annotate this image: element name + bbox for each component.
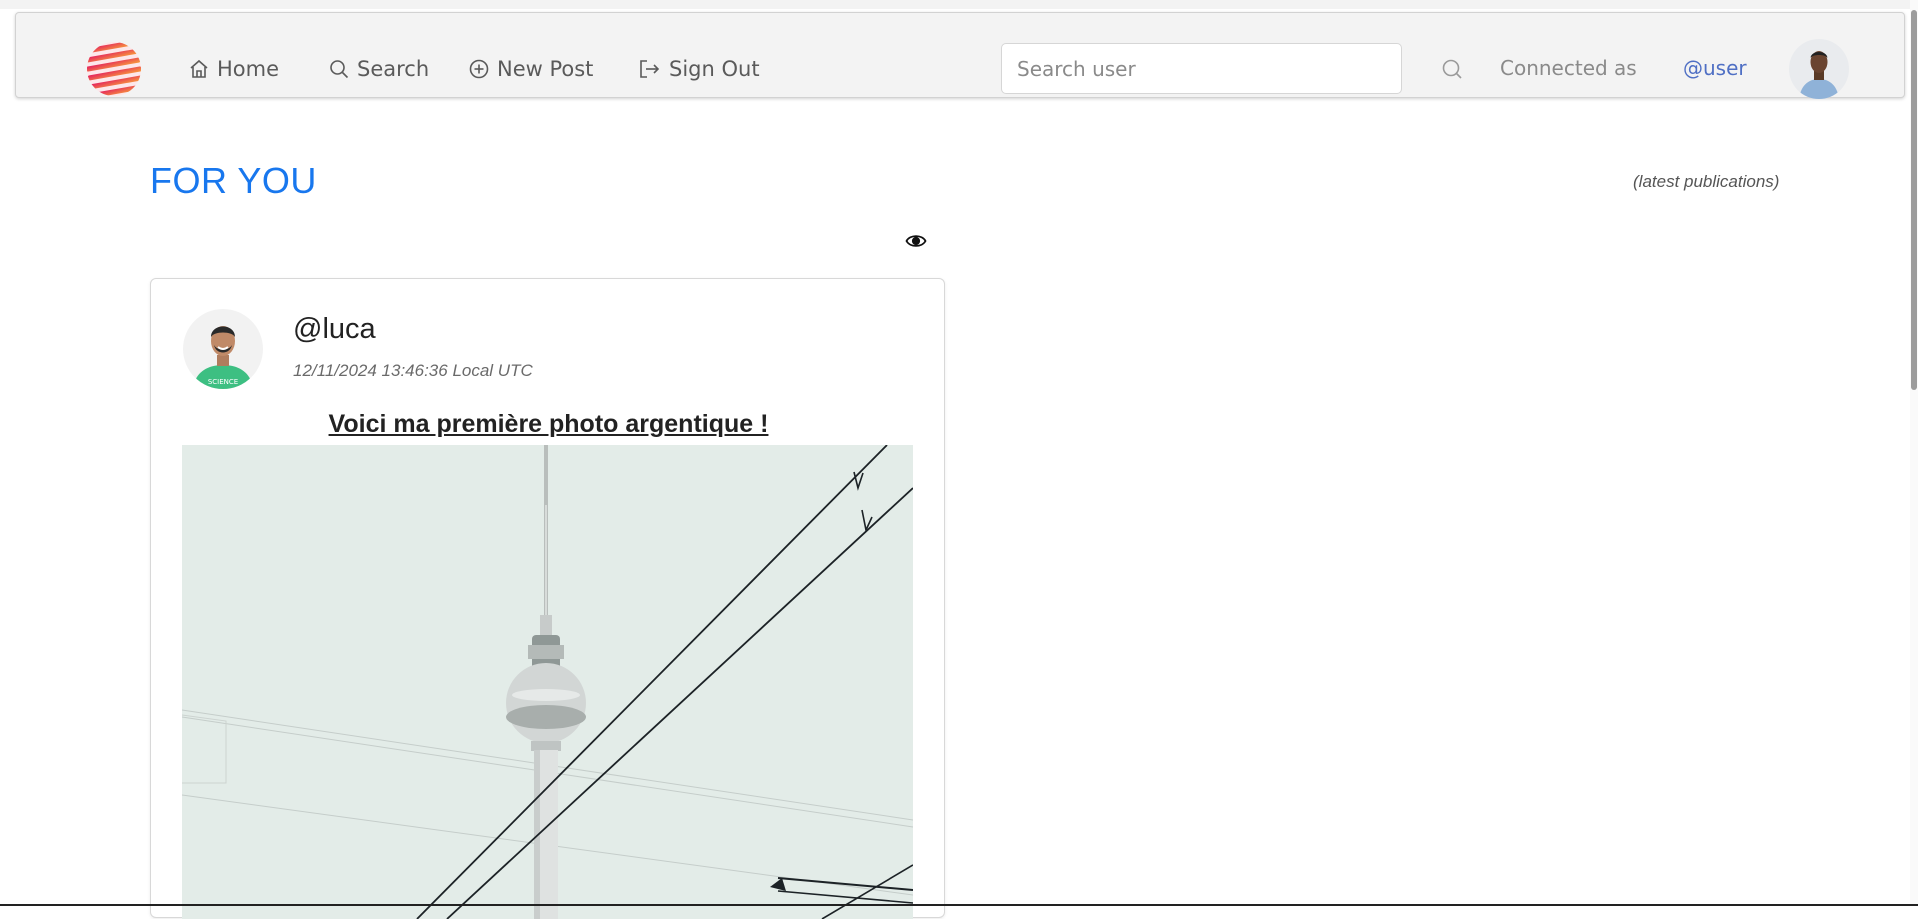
nav-home-label: Home — [217, 57, 280, 81]
search-icon — [330, 60, 349, 79]
nav-search-label: Search — [357, 57, 430, 81]
navbar: Home Search New Post Sign Out Connected … — [15, 12, 1905, 99]
nav-search[interactable]: Search — [329, 53, 429, 85]
nav-sign-out[interactable]: Sign Out — [639, 53, 760, 85]
search-user-input[interactable] — [1001, 43, 1402, 94]
app-logo[interactable] — [86, 41, 142, 97]
current-user-link[interactable]: @user — [1683, 56, 1747, 80]
feed-subtitle: (latest publications) — [1633, 172, 1780, 191]
search-submit-icon[interactable] — [1437, 57, 1467, 81]
nav-home[interactable]: Home — [189, 53, 279, 85]
plus-circle-icon — [469, 59, 489, 79]
top-edge — [0, 0, 1918, 9]
post-card: SCIENCE @luca 12/11/2024 13:46:36 Local … — [150, 278, 945, 919]
scrollbar-thumb[interactable] — [1911, 10, 1917, 390]
post-author[interactable]: @luca — [293, 313, 376, 346]
post-date: 12/11/2024 13:46:36 Local UTC — [293, 361, 533, 380]
nav-sign-out-label: Sign Out — [669, 57, 760, 81]
eye-icon[interactable] — [905, 230, 927, 252]
post-image[interactable] — [182, 445, 913, 919]
user-avatar[interactable] — [1789, 39, 1849, 99]
nav-new-post[interactable]: New Post — [469, 53, 593, 85]
svg-text:SCIENCE: SCIENCE — [208, 378, 238, 386]
author-avatar[interactable]: SCIENCE — [183, 309, 263, 389]
sign-out-icon — [640, 60, 660, 78]
connected-as-label: Connected as — [1500, 56, 1637, 80]
home-icon — [190, 59, 208, 78]
nav-new-post-label: New Post — [497, 57, 594, 81]
post-title: Voici ma première photo argentique ! — [328, 410, 769, 438]
feed-title: FOR YOU — [150, 160, 317, 201]
